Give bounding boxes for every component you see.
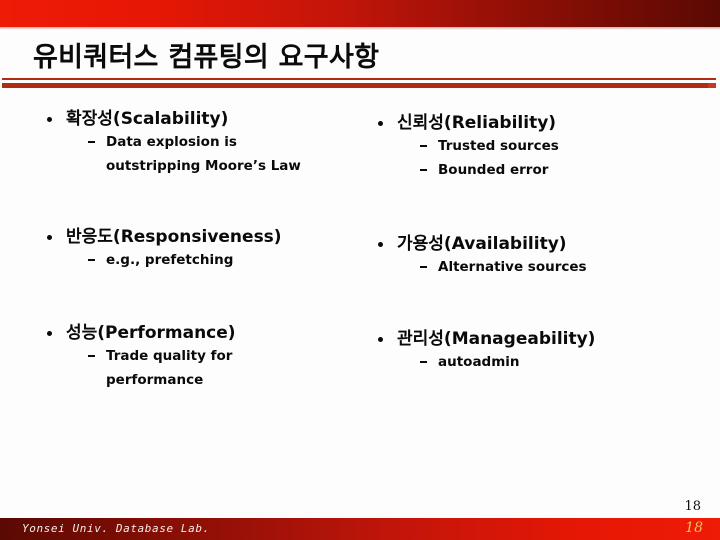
bullet-group-responsiveness: 반응도(Responsiveness) e.g., prefetching (0, 226, 360, 272)
sub-bullet: Bounded error (360, 158, 720, 182)
page-title: 유비쿼터스 컴퓨팅의 요구사항 (33, 42, 380, 73)
sub-bullet-line: Data explosion is (106, 134, 237, 150)
bullet-group-manageability: 관리성(Manageability) autoadmin (360, 328, 720, 374)
content-column-left: 확장성(Scalability) Data explosion is outst… (0, 100, 360, 470)
title-rule-thick (2, 83, 716, 88)
title-rule-tail (708, 83, 716, 88)
title-rule-thin (2, 78, 716, 80)
content-area: 확장성(Scalability) Data explosion is outst… (0, 100, 720, 470)
footer-lab-label: Yonsei Univ. Database Lab. (22, 522, 210, 535)
title-area: 유비쿼터스 컴퓨팅의 요구사항 (0, 36, 720, 80)
sub-bullet: e.g., prefetching (0, 248, 360, 272)
sub-list-reliability: Trusted sources Bounded error (360, 134, 720, 182)
sub-bullet-line: performance (106, 372, 204, 388)
bullet-group-reliability: 신뢰성(Reliability) Trusted sources Bounded… (360, 112, 720, 182)
sub-bullet: Trusted sources (360, 134, 720, 158)
bullet-heading-performance: 성능(Performance) (0, 322, 360, 344)
sub-bullet: autoadmin (360, 350, 720, 374)
sub-list-performance: Trade quality for performance (0, 344, 360, 392)
sub-list-scalability: Data explosion is outstripping Moore’s L… (0, 130, 360, 178)
sub-bullet-line: Bounded error (438, 162, 549, 178)
sub-bullet: Alternative sources (360, 255, 720, 279)
bullet-heading-reliability: 신뢰성(Reliability) (360, 112, 720, 134)
bullet-heading-manageability: 관리성(Manageability) (360, 328, 720, 350)
sub-bullet-line: autoadmin (438, 354, 520, 370)
sub-bullet-line: Trade quality for (106, 348, 233, 364)
slide-canvas: 유비쿼터스 컴퓨팅의 요구사항 확장성(Scalability) Data ex… (0, 0, 720, 540)
sub-bullet-line: Trusted sources (438, 138, 559, 154)
bullet-heading-responsiveness: 반응도(Responsiveness) (0, 226, 360, 248)
sub-bullet-line: e.g., prefetching (106, 252, 234, 268)
sub-bullet-line: outstripping Moore’s Law (106, 158, 301, 174)
sub-bullet: Data explosion is outstripping Moore’s L… (0, 130, 360, 178)
bullet-heading-scalability: 확장성(Scalability) (0, 108, 360, 130)
sub-list-manageability: autoadmin (360, 350, 720, 374)
bullet-group-availability: 가용성(Availability) Alternative sources (360, 233, 720, 279)
sub-list-availability: Alternative sources (360, 255, 720, 279)
page-number-top: 18 (684, 499, 701, 514)
top-accent-band-shadow (0, 27, 720, 30)
bullet-heading-availability: 가용성(Availability) (360, 233, 720, 255)
top-accent-band (0, 0, 720, 27)
sub-bullet: Trade quality for performance (0, 344, 360, 392)
bullet-group-performance: 성능(Performance) Trade quality for perfor… (0, 322, 360, 392)
bullet-group-scalability: 확장성(Scalability) Data explosion is outst… (0, 108, 360, 178)
sub-list-responsiveness: e.g., prefetching (0, 248, 360, 272)
page-number-footer: 18 (685, 520, 703, 536)
content-column-right: 신뢰성(Reliability) Trusted sources Bounded… (360, 100, 720, 470)
sub-bullet-line: Alternative sources (438, 259, 587, 275)
